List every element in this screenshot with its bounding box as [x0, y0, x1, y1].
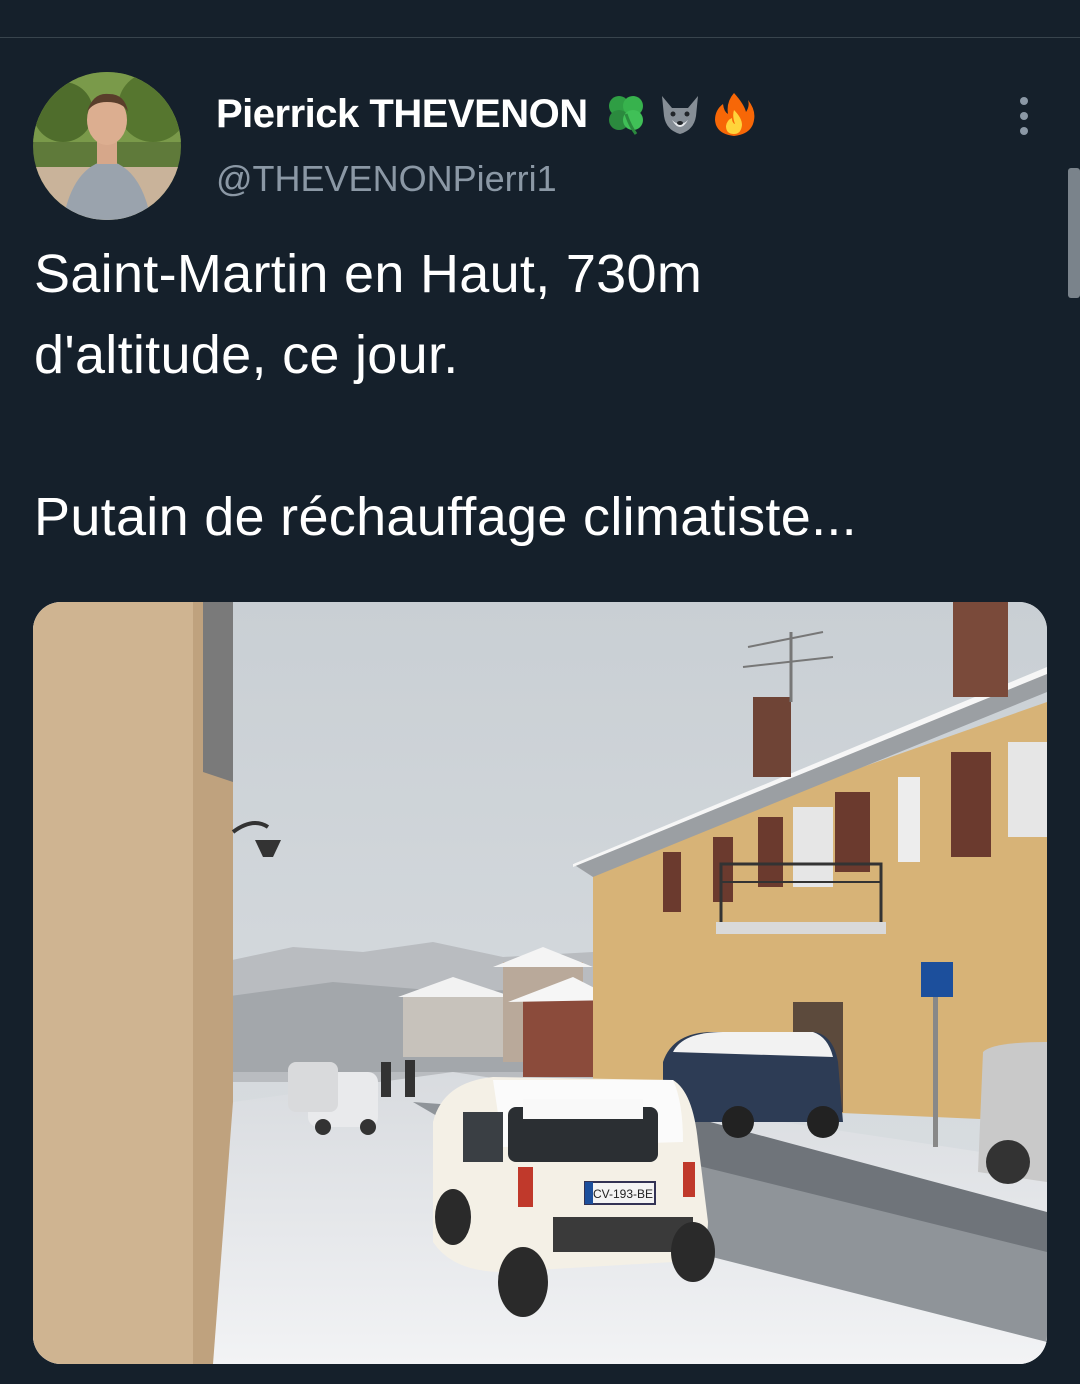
author-display-name[interactable]: Pierrick THEVENON — [216, 92, 588, 137]
license-plate-text: CV-193-BE — [593, 1187, 653, 1201]
fire-icon — [710, 90, 758, 138]
tweet-photo[interactable]: CV-193-BE — [33, 602, 1047, 1364]
author-avatar[interactable] — [33, 72, 181, 220]
top-divider — [0, 37, 1080, 38]
four-leaf-clover-icon — [602, 90, 650, 138]
author-name-row[interactable]: Pierrick THEVENON — [216, 90, 758, 138]
tweet-text: Saint-Martin en Haut, 730m d'altitude, c… — [34, 244, 857, 547]
wolf-face-icon — [656, 90, 704, 138]
tweet-screen: Pierrick THEVENON @THEVENONPierri1 Saint… — [0, 0, 1080, 1384]
author-handle[interactable]: @THEVENONPierri1 — [216, 158, 557, 200]
scrollbar-thumb[interactable] — [1068, 168, 1080, 298]
more-options-icon[interactable] — [1004, 96, 1044, 136]
